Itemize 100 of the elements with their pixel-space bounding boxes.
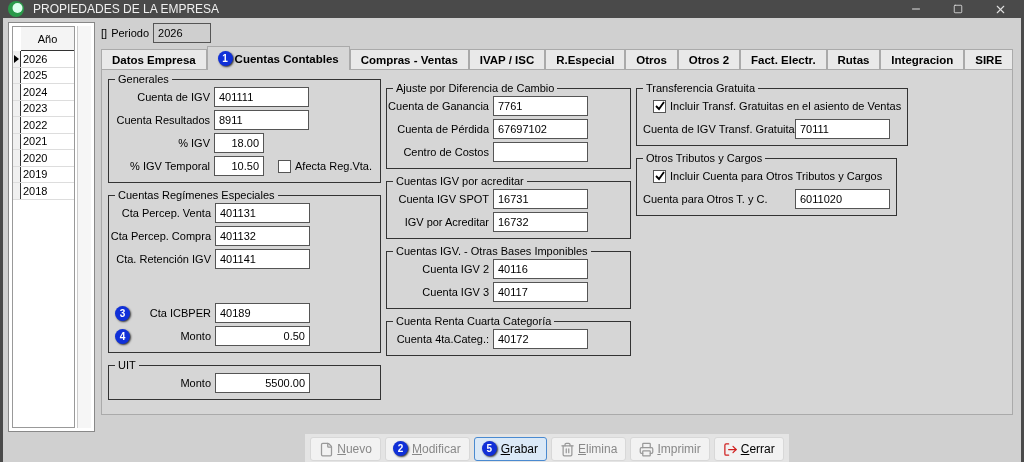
input-field[interactable]: 401141: [215, 249, 310, 269]
group-title: Cuenta Renta Cuarta Categoría: [395, 315, 553, 327]
tab[interactable]: Datos Empresa: [101, 49, 207, 70]
toolbar-button[interactable]: Cerrar: [713, 437, 784, 461]
step-badge: 5: [481, 441, 497, 456]
field-label: % IGV Temporal: [130, 160, 210, 172]
field-label: Cuenta de Pérdida: [397, 123, 489, 135]
group-title: Transferencia Gratuita: [645, 82, 757, 94]
group-title: Ajuste por Diferencia de Cambio: [395, 82, 556, 94]
checkbox-label: Afecta Reg.Vta.: [295, 160, 373, 172]
input-field[interactable]: 40116: [493, 259, 588, 279]
field-label: Cuenta de Ganancia: [388, 100, 489, 112]
checkbox[interactable]: [653, 99, 666, 113]
input-field[interactable]: 401132: [215, 226, 310, 246]
field-label: Cuenta 4ta.Categ.:: [396, 333, 489, 345]
group-title: Otros Tributos y Cargos: [645, 152, 764, 164]
printer-icon: [639, 441, 655, 457]
field-label: Cta. Retención IGV: [116, 253, 211, 265]
tab[interactable]: 1 Cuentas Contables: [206, 46, 350, 70]
field-label: Cta ICBPER: [149, 307, 211, 319]
field-label: Centro de Costos: [403, 146, 489, 158]
column-header: Año: [37, 32, 58, 45]
row-indicator[interactable]: [13, 84, 21, 100]
tab[interactable]: Otros: [625, 49, 678, 70]
app-logo-icon: [7, 0, 25, 18]
checkbox-label: Incluir Cuenta para Otros Tributos y Cargos: [670, 170, 883, 182]
row-indicator[interactable]: [13, 166, 21, 182]
tab[interactable]: Fact. Electr.: [740, 49, 827, 70]
year-cell[interactable]: 2023: [21, 102, 48, 115]
year-cell[interactable]: 2026: [21, 52, 48, 65]
document-icon: [319, 441, 335, 457]
input-field[interactable]: [493, 142, 588, 162]
row-indicator[interactable]: [13, 133, 21, 149]
tab[interactable]: IVAP / ISC: [468, 49, 546, 70]
year-cell[interactable]: 2021: [21, 135, 48, 148]
field-label: Cuenta para Otros T. y C.: [643, 193, 768, 205]
field-label: IGV por Acreditar: [404, 216, 489, 228]
row-indicator[interactable]: [13, 117, 21, 133]
group-title: Cuentas Regímenes Especiales: [117, 189, 276, 201]
row-indicator[interactable]: [13, 100, 21, 116]
field-label: Cuenta IGV SPOT: [398, 193, 489, 205]
step-badge: 3: [115, 305, 130, 321]
tab[interactable]: SIRE: [964, 49, 1014, 70]
input-field[interactable]: 10.50: [214, 156, 264, 176]
input-field[interactable]: 401131: [215, 203, 310, 223]
tab[interactable]: R.Especial: [545, 49, 626, 70]
input-field[interactable]: 40189: [215, 303, 310, 323]
field-label: Cta Percep. Venta: [121, 207, 211, 219]
checkbox[interactable]: [653, 169, 666, 183]
group-title: Generales: [117, 73, 170, 85]
period-field[interactable]: 2026: [153, 23, 212, 43]
year-cell[interactable]: 2025: [21, 69, 48, 82]
input-field[interactable]: 18.00: [214, 133, 264, 153]
tab[interactable]: Otros 2: [677, 49, 741, 70]
step-badge: 2: [392, 441, 408, 456]
input-field[interactable]: 5500.00: [215, 373, 310, 393]
input-field[interactable]: 401111: [214, 87, 309, 107]
input-field[interactable]: 6011020: [795, 189, 890, 209]
checkbox-label: Incluir Transf. Gratuitas en el asiento de Ventas: [670, 100, 902, 112]
input-field[interactable]: 40172: [493, 329, 588, 349]
field-label: Cuenta de IGV Transf. Gratuita: [643, 123, 795, 135]
year-cell[interactable]: 2020: [21, 151, 48, 164]
field-label: Monto: [180, 330, 211, 342]
row-indicator[interactable]: [13, 67, 21, 83]
year-cell[interactable]: 2019: [21, 168, 48, 181]
row-indicator[interactable]: [13, 51, 21, 67]
tab[interactable]: Compras - Ventas: [349, 49, 469, 70]
input-field[interactable]: 70111: [795, 119, 890, 139]
step-badge: 4: [115, 328, 130, 344]
field-label: Cta Percep. Compra: [110, 230, 211, 242]
row-indicator[interactable]: [13, 183, 21, 199]
group-title: Cuentas IGV. - Otras Bases Imponibles: [395, 245, 589, 257]
window-title: PROPIEDADES DE LA EMPRESA: [33, 2, 221, 16]
step-badge: 1: [217, 51, 233, 66]
input-field[interactable]: 0.50: [215, 326, 310, 346]
exit-door-icon: [722, 441, 738, 457]
year-cell[interactable]: 2024: [21, 85, 48, 98]
field-label: Periodo: [111, 27, 150, 39]
year-cell[interactable]: 2022: [21, 118, 48, 131]
field-label: Monto: [180, 377, 211, 389]
input-field[interactable]: 16732: [493, 212, 588, 232]
input-field[interactable]: 67697102: [493, 119, 588, 139]
period-marker: []: [101, 27, 108, 39]
input-field[interactable]: 7761: [493, 96, 588, 116]
toolbar-button[interactable]: 5 Grabar: [473, 437, 547, 461]
row-indicator[interactable]: [13, 150, 21, 166]
field-label: Cuenta de IGV: [137, 91, 210, 103]
year-cell[interactable]: 2018: [21, 184, 48, 197]
group-title: Cuentas IGV por acreditar: [395, 175, 525, 187]
field-label: Cuenta IGV 2: [422, 263, 489, 275]
field-label: Cuenta Resultados: [116, 114, 210, 126]
tab[interactable]: Integracion: [880, 49, 965, 70]
trash-can-icon: [560, 441, 575, 457]
input-field[interactable]: 8911: [214, 110, 309, 130]
checkbox[interactable]: [278, 159, 291, 173]
input-field[interactable]: 40117: [493, 282, 588, 302]
input-field[interactable]: 16731: [493, 189, 588, 209]
field-label: % IGV: [178, 137, 210, 149]
group-title: UIT: [117, 359, 137, 371]
tab[interactable]: Rutas: [826, 49, 881, 70]
